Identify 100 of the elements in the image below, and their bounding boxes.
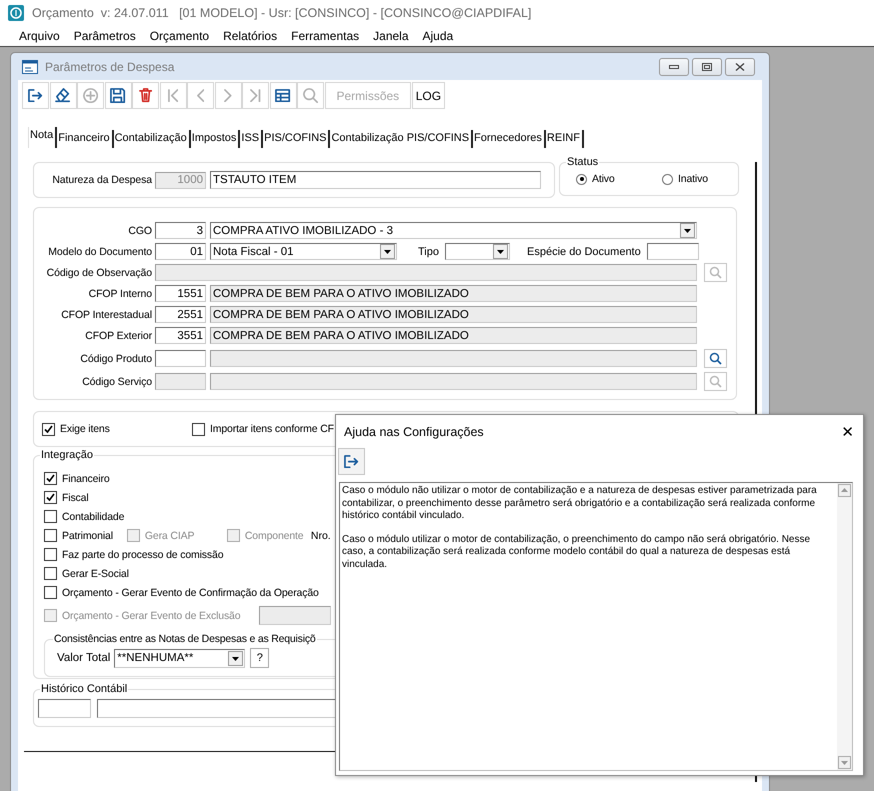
- search-icon: [302, 88, 318, 104]
- toolbar-button[interactable]: [270, 82, 296, 109]
- code-field[interactable]: 2551: [155, 306, 206, 323]
- code-field[interactable]: 3: [155, 222, 206, 239]
- description-field[interactable]: COMPRA DE BEM PARA O ATIVO IMOBILIZADO: [210, 285, 697, 302]
- checkbox[interactable]: [44, 548, 57, 561]
- checkbox[interactable]: [44, 510, 57, 523]
- group-label: Consistências entre as Notas de Despesas e as Requisiçõ: [53, 632, 317, 646]
- close-button[interactable]: [725, 58, 755, 76]
- menu-item[interactable]: Relatórios: [216, 28, 284, 42]
- checkbox[interactable]: [44, 567, 57, 580]
- code-field[interactable]: [38, 698, 91, 718]
- checkbox-label: Gerar E-Social: [62, 568, 129, 580]
- checkbox[interactable]: [42, 422, 55, 436]
- input-field[interactable]: [259, 606, 332, 625]
- minimize-button[interactable]: [659, 58, 689, 76]
- tab[interactable]: Contabilização PIS/COFINS: [330, 130, 474, 148]
- field-label: CGO: [127, 224, 153, 236]
- input-field[interactable]: [646, 243, 699, 260]
- caret-icon: [493, 244, 508, 259]
- tab[interactable]: REINF: [546, 130, 584, 148]
- chevron-right-icon: [224, 88, 232, 102]
- field-label: Espécie do Documento: [527, 246, 641, 258]
- menu-item[interactable]: Parâmetros: [66, 28, 143, 42]
- menu-item[interactable]: Orçamento: [142, 28, 216, 42]
- field-label: Código de Observação: [46, 266, 153, 278]
- tab[interactable]: Financeiro: [57, 130, 114, 148]
- chevron-left-icon: [196, 88, 204, 102]
- caret-icon: [680, 223, 695, 238]
- menu-item[interactable]: Ajuda: [416, 28, 460, 42]
- input-field[interactable]: [155, 264, 697, 281]
- window-title: Parâmetros de Despesa: [45, 60, 174, 74]
- radio-button[interactable]: [576, 174, 587, 184]
- checkbox-label: Fiscal: [62, 492, 89, 504]
- help-button[interactable]: ?: [250, 648, 270, 668]
- code-field[interactable]: [155, 350, 206, 367]
- scroll-bar[interactable]: [837, 483, 852, 770]
- description-field[interactable]: [210, 373, 697, 390]
- dropdown[interactable]: COMPRA ATIVO IMOBILIZADO - 3: [210, 222, 697, 239]
- menu-item[interactable]: Janela: [366, 28, 416, 42]
- menu-item[interactable]: Arquivo: [12, 28, 67, 42]
- checkbox-label: Gera CIAP: [144, 530, 194, 542]
- toolbar-button[interactable]: [50, 82, 76, 109]
- trash-icon: [138, 88, 152, 103]
- checkbox[interactable]: [44, 472, 57, 485]
- field-label: Código Produto: [79, 352, 153, 364]
- radio-label: Inativo: [678, 173, 708, 185]
- close-button[interactable]: ✕: [838, 422, 857, 440]
- name-field[interactable]: TSTAUTO ITEM: [210, 171, 541, 189]
- toolbar-button[interactable]: [22, 82, 49, 109]
- field-label: Nro.: [310, 530, 331, 542]
- tab[interactable]: Contabilização: [114, 130, 191, 148]
- description-field[interactable]: COMPRA DE BEM PARA O ATIVO IMOBILIZADO: [210, 327, 697, 344]
- tab[interactable]: Impostos: [190, 130, 240, 148]
- code-field[interactable]: 1551: [155, 285, 206, 302]
- field-label: CFOP Interno: [88, 288, 153, 300]
- toolbar-button[interactable]: [104, 82, 132, 109]
- tab[interactable]: ISS: [240, 130, 264, 148]
- exit-icon: [344, 454, 359, 468]
- description-field[interactable]: [210, 350, 697, 367]
- exit-button[interactable]: [338, 448, 365, 475]
- search-icon: [709, 352, 722, 365]
- checkbox-label: Patrimonial: [62, 530, 113, 542]
- search-button[interactable]: [704, 349, 727, 368]
- description-field[interactable]: COMPRA DE BEM PARA O ATIVO IMOBILIZADO: [210, 306, 697, 323]
- tab[interactable]: PIS/COFINS: [263, 130, 330, 148]
- close-icon: [735, 62, 745, 70]
- checkbox[interactable]: [44, 529, 57, 542]
- field-label: CFOP Exterior: [84, 330, 153, 342]
- field-label: Tipo: [418, 246, 439, 258]
- plus-icon: [82, 88, 98, 104]
- checkbox[interactable]: [44, 491, 57, 504]
- checkbox-label: Componente: [244, 530, 304, 542]
- radio-button[interactable]: [662, 174, 673, 184]
- help-text-area[interactable]: [339, 482, 853, 771]
- checkbox-label: Importar itens conforme CF: [210, 423, 334, 435]
- checkbox[interactable]: [192, 422, 205, 436]
- toolbar-button[interactable]: LOG: [412, 82, 446, 109]
- tab[interactable]: Nota: [28, 127, 58, 148]
- checkbox[interactable]: [44, 586, 57, 599]
- caret-icon: [228, 650, 244, 666]
- code-field[interactable]: 3551: [155, 327, 206, 344]
- exit-icon: [28, 88, 43, 102]
- menu-item[interactable]: Ferramentas: [284, 28, 366, 42]
- dropdown[interactable]: [445, 243, 510, 260]
- toolbar-button[interactable]: [132, 82, 159, 109]
- checkbox-label: Financeiro: [62, 472, 110, 484]
- scroll-up-icon: [838, 484, 851, 497]
- tab[interactable]: Fornecedores: [473, 130, 546, 148]
- dropdown[interactable]: Nota Fiscal - 01: [210, 243, 397, 260]
- restore-button[interactable]: [692, 58, 722, 76]
- dialog-title: Ajuda nas Configurações: [344, 424, 484, 438]
- first-icon: [168, 88, 178, 102]
- search-icon: [709, 375, 722, 388]
- field-label: Valor Total: [57, 652, 110, 664]
- minimize-icon: [669, 64, 679, 70]
- code-field[interactable]: 01: [155, 243, 206, 260]
- field-label: Modelo do Documento: [47, 246, 153, 258]
- dropdown[interactable]: **NENHUMA**: [114, 648, 246, 668]
- field-label: Código Serviço: [81, 376, 153, 388]
